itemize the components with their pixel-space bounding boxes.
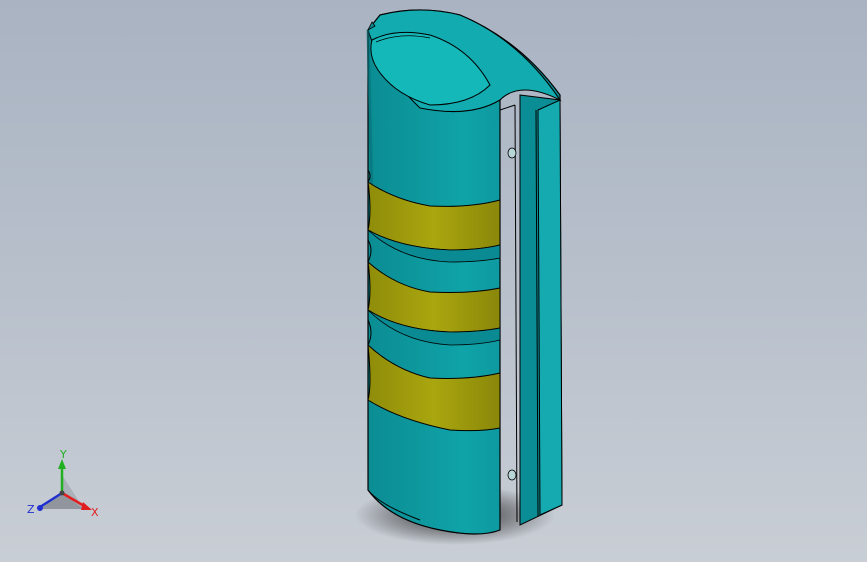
x-axis-label: X xyxy=(91,506,99,519)
cad-viewport[interactable]: Y X Z xyxy=(0,0,867,562)
mount-hole-top xyxy=(507,147,517,159)
side-flange-face xyxy=(537,99,563,516)
3d-model[interactable] xyxy=(0,0,867,562)
orientation-triad[interactable]: Y X Z xyxy=(20,445,110,525)
z-axis-dot xyxy=(37,505,43,511)
mount-hole-bottom xyxy=(507,469,517,481)
z-axis-label: Z xyxy=(27,503,35,516)
y-axis-label: Y xyxy=(59,448,67,461)
